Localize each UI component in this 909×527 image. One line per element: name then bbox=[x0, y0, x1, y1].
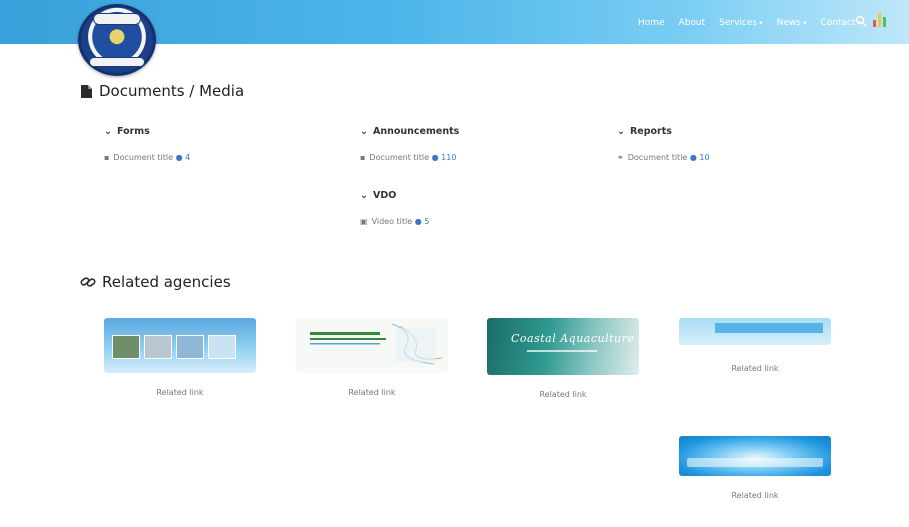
file-icon bbox=[81, 84, 92, 98]
chart-bar bbox=[883, 17, 886, 27]
chart-bar bbox=[878, 13, 881, 27]
doc-item-text: Document title ● 110 bbox=[369, 152, 590, 164]
doc-item-text: Video title ● 5 bbox=[372, 216, 590, 228]
related-card[interactable]: Related link bbox=[296, 318, 448, 399]
doc-list-item[interactable]: ▣ Video title ● 5 bbox=[360, 216, 590, 228]
eye-icon: ● bbox=[431, 153, 439, 162]
card-photo bbox=[176, 335, 204, 359]
nav-item-news[interactable]: News ▾ bbox=[777, 18, 807, 28]
view-count: 4 bbox=[185, 153, 191, 162]
top-navbar: Home About Services ▾ News ▾ Contact ▾ bbox=[0, 0, 909, 76]
bar-chart-icon[interactable] bbox=[873, 11, 887, 27]
nav-item-services[interactable]: Services ▾ bbox=[719, 18, 762, 28]
card-label[interactable]: Related link bbox=[679, 363, 831, 375]
related-card[interactable]: Related link bbox=[104, 318, 256, 399]
nav-item-label: Home bbox=[637, 18, 665, 28]
doc-list-item[interactable]: ⚭ Document title ● 10 bbox=[617, 152, 847, 164]
nav-item-label: Contact bbox=[820, 18, 856, 28]
doc-item-text: Document title ● 10 bbox=[628, 152, 847, 164]
card-image[interactable] bbox=[679, 318, 831, 345]
doc-column-heading-text: Forms bbox=[116, 125, 150, 137]
card-photo bbox=[208, 335, 236, 359]
view-count: 5 bbox=[424, 217, 430, 226]
doc-column-reports: ⌄ Reports ⚭ Document title ● 10 bbox=[617, 124, 847, 164]
card-image[interactable] bbox=[104, 318, 256, 373]
main-nav: Home About Services ▾ News ▾ Contact ▾ bbox=[638, 13, 861, 33]
card-label[interactable]: Related link bbox=[679, 490, 831, 502]
nav-item-label: News bbox=[776, 18, 801, 28]
doc-list-item[interactable]: ▪ Document title ● 110 bbox=[360, 152, 590, 164]
file-icon: ▪ bbox=[360, 153, 366, 162]
card-image[interactable] bbox=[296, 318, 448, 373]
chart-bar bbox=[873, 20, 876, 27]
related-card[interactable]: Coastal Aquaculture Related link bbox=[487, 318, 639, 401]
card-photo bbox=[112, 335, 140, 359]
doc-column-forms: ⌄ Forms ▪ Document title ● 4 bbox=[104, 124, 334, 164]
video-icon: ▣ bbox=[360, 217, 368, 226]
doc-item-text: Document title ● 4 bbox=[113, 152, 334, 164]
section-title-text: Documents / Media bbox=[99, 82, 245, 100]
caret-down-icon: ▾ bbox=[759, 19, 763, 27]
search-icon[interactable] bbox=[855, 15, 867, 27]
card-label[interactable]: Related link bbox=[296, 387, 448, 399]
eye-icon: ● bbox=[175, 153, 183, 162]
chevron-down-icon: ⌄ bbox=[360, 189, 368, 201]
card-image[interactable]: Coastal Aquaculture bbox=[487, 318, 639, 375]
doc-item-title: Video title bbox=[371, 217, 413, 226]
doc-column-heading[interactable]: ⌄ Reports bbox=[617, 124, 847, 138]
doc-item-title: Document title bbox=[113, 153, 174, 162]
documents-section-title: Documents / Media bbox=[80, 82, 244, 100]
caret-down-icon: ▾ bbox=[802, 19, 807, 27]
card-image-text: Coastal Aquaculture bbox=[511, 332, 635, 345]
link-icon bbox=[80, 277, 96, 287]
nav-item-home[interactable]: Home bbox=[638, 18, 665, 28]
nav-item-label: Services bbox=[719, 18, 758, 28]
doc-item-title: Document title bbox=[627, 153, 688, 162]
doc-column-heading[interactable]: ⌄ Forms bbox=[104, 124, 334, 138]
logo-top-ribbon bbox=[93, 13, 141, 25]
doc-item-title: Document title bbox=[369, 153, 430, 162]
card-banner-bar bbox=[687, 458, 823, 467]
chevron-down-icon: ⌄ bbox=[360, 125, 368, 137]
doc-column-heading-text: Announcements bbox=[372, 125, 460, 137]
doc-column-heading-text: VDO bbox=[372, 189, 397, 201]
related-card[interactable]: Related link bbox=[679, 436, 831, 502]
doc-column-vdo: ⌄ VDO ▣ Video title ● 5 bbox=[360, 188, 590, 228]
card-image[interactable] bbox=[679, 436, 831, 476]
chevron-down-icon: ⌄ bbox=[104, 125, 112, 137]
site-logo[interactable] bbox=[78, 4, 156, 76]
doc-column-heading[interactable]: ⌄ VDO bbox=[360, 188, 590, 202]
related-card[interactable]: Related link bbox=[679, 318, 831, 375]
related-section-title: Related agencies bbox=[80, 273, 231, 291]
nav-item-label: About bbox=[678, 18, 706, 28]
doc-list-item[interactable]: ▪ Document title ● 4 bbox=[104, 152, 334, 164]
card-banner-graphic bbox=[310, 323, 443, 365]
chevron-down-icon: ⌄ bbox=[617, 125, 625, 137]
nav-item-about[interactable]: About bbox=[679, 18, 706, 28]
doc-column-heading[interactable]: ⌄ Announcements bbox=[360, 124, 590, 138]
doc-column-announcements: ⌄ Announcements ▪ Document title ● 110 bbox=[360, 124, 590, 164]
card-label[interactable]: Related link bbox=[104, 387, 256, 399]
eye-icon: ● bbox=[414, 217, 422, 226]
eye-icon: ● bbox=[689, 153, 697, 162]
link-icon: ⚭ bbox=[617, 153, 624, 162]
doc-column-heading-text: Reports bbox=[629, 125, 672, 137]
logo-bottom-ribbon bbox=[89, 57, 145, 67]
card-photo bbox=[144, 335, 172, 359]
file-icon: ▪ bbox=[104, 153, 110, 162]
card-label[interactable]: Related link bbox=[487, 389, 639, 401]
card-banner-bar bbox=[715, 323, 823, 333]
card-image-subline bbox=[527, 350, 597, 352]
section-title-text: Related agencies bbox=[102, 273, 231, 291]
view-count: 110 bbox=[441, 153, 457, 162]
view-count: 10 bbox=[699, 153, 710, 162]
